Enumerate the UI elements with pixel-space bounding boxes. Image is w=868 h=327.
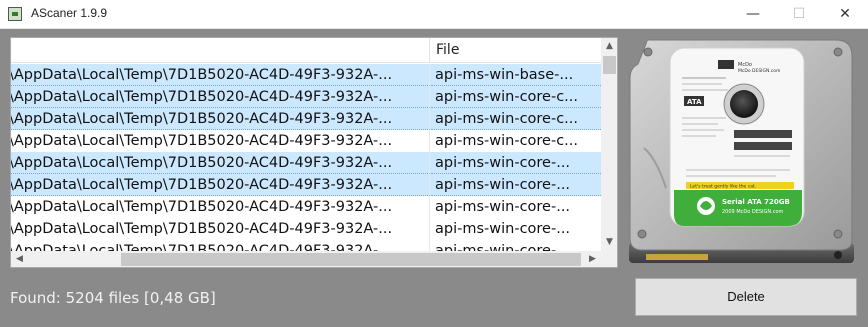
vertical-scroll-thumb[interactable] — [603, 56, 616, 74]
maximize-button[interactable]: ☐ — [776, 0, 822, 29]
status-text: Found: 5204 files [0,48 GB] — [10, 289, 216, 307]
minimize-button[interactable]: — — [730, 0, 776, 29]
file-cell: api-ms-win-core-c... — [431, 86, 601, 108]
path-cell: \AppData\Local\Temp\7D1B5020-AC4D-49F3-9… — [11, 64, 430, 86]
column-header-file[interactable]: File — [431, 38, 601, 63]
scroll-left-icon[interactable]: ◀ — [11, 251, 28, 267]
delete-button[interactable]: Delete — [635, 278, 857, 316]
vertical-scrollbar[interactable]: ▲ ▼ — [601, 38, 617, 251]
scroll-down-icon[interactable]: ▼ — [601, 234, 617, 251]
table-row[interactable]: \AppData\Local\Temp\7D1B5020-AC4D-49F3-9… — [11, 196, 601, 218]
file-cell: api-ms-win-core-... — [435, 221, 571, 237]
table-row[interactable]: \AppData\Local\Temp\7D1B5020-AC4D-49F3-9… — [11, 152, 601, 174]
path-cell: \AppData\Local\Temp\7D1B5020-AC4D-49F3-9… — [11, 152, 430, 174]
table-row[interactable]: \AppData\Local\Temp\7D1B5020-AC4D-49F3-9… — [11, 64, 601, 86]
hard-drive-icon: McDo McDo DESIGN.com ATA Let's treat gen… — [629, 39, 854, 263]
hdd-brand-text: McDo DESIGN.com — [738, 68, 780, 74]
hdd-copyright-text: 2009 McDo DESIGN.com — [722, 209, 784, 215]
hdd-interface-text: ATA — [687, 98, 702, 106]
path-cell: \AppData\Local\Temp\7D1B5020-AC4D-49F3-9… — [11, 174, 430, 196]
scrollbar-corner — [601, 251, 617, 267]
table-row[interactable]: \AppData\Local\Temp\7D1B5020-AC4D-49F3-9… — [11, 218, 601, 240]
app-icon — [8, 7, 22, 21]
file-cell: api-ms-win-base-... — [431, 64, 601, 86]
scroll-right-icon[interactable]: ▶ — [584, 251, 601, 267]
window-title: AScaner 1.9.9 — [31, 6, 108, 20]
table-row[interactable]: \AppData\Local\Temp\7D1B5020-AC4D-49F3-9… — [11, 174, 601, 196]
file-cell: api-ms-win-core-c... — [431, 108, 601, 130]
close-button[interactable]: ✕ — [822, 0, 868, 29]
table-row[interactable]: \AppData\Local\Temp\7D1B5020-AC4D-49F3-9… — [11, 130, 601, 152]
path-cell: \AppData\Local\Temp\7D1B5020-AC4D-49F3-9… — [11, 86, 430, 108]
scroll-up-icon[interactable]: ▲ — [601, 38, 617, 55]
file-cell: api-ms-win-core-... — [431, 152, 601, 174]
table-row[interactable]: \AppData\Local\Temp\7D1B5020-AC4D-49F3-9… — [11, 108, 601, 130]
file-list[interactable]: File \AppData\Local\Temp\7D1B5020-AC4D-4… — [10, 37, 618, 268]
list-header: File — [11, 38, 601, 63]
svg-text:McDo: McDo — [738, 62, 752, 68]
path-cell: \AppData\Local\Temp\7D1B5020-AC4D-49F3-9… — [11, 196, 430, 218]
hdd-model-text: Serial ATA 720GB — [722, 198, 790, 206]
file-cell: api-ms-win-core-... — [431, 174, 601, 196]
horizontal-scrollbar[interactable]: ◀ ▶ — [11, 251, 601, 267]
path-cell: \AppData\Local\Temp\7D1B5020-AC4D-49F3-9… — [11, 130, 430, 152]
file-cell: api-ms-win-core-... — [435, 199, 571, 215]
hdd-banner-text: Let's treat gently like the cat. — [690, 184, 756, 190]
path-cell: \AppData\Local\Temp\7D1B5020-AC4D-49F3-9… — [11, 218, 430, 240]
path-cell: \AppData\Local\Temp\7D1B5020-AC4D-49F3-9… — [11, 108, 430, 130]
horizontal-scroll-thumb[interactable] — [121, 253, 581, 266]
table-row[interactable]: \AppData\Local\Temp\7D1B5020-AC4D-49F3-9… — [11, 86, 601, 108]
file-cell: api-ms-win-core-c... — [435, 133, 579, 149]
title-bar: AScaner 1.9.9 — ☐ ✕ — [0, 0, 868, 29]
list-rows: \AppData\Local\Temp\7D1B5020-AC4D-49F3-9… — [11, 64, 601, 254]
column-header-path[interactable] — [11, 38, 430, 63]
